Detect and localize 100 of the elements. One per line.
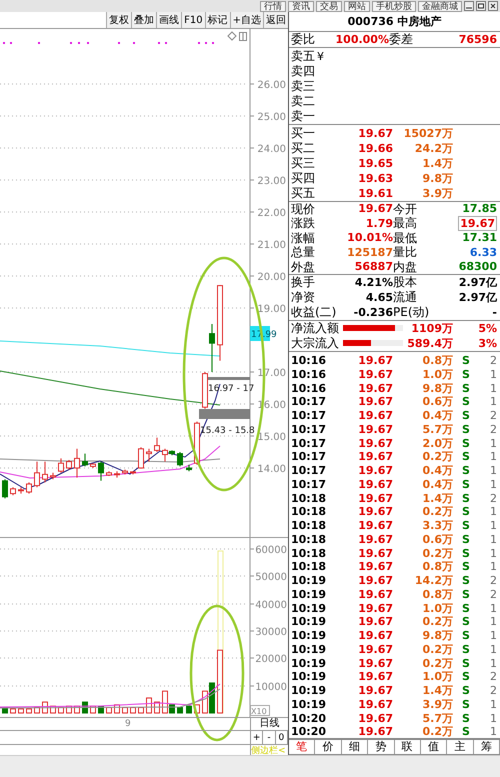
candlestick	[114, 470, 120, 478]
range-bar	[199, 409, 250, 419]
field-label: 委差	[389, 32, 414, 46]
trade-side: S	[461, 464, 471, 478]
candlestick	[154, 437, 160, 452]
trade-count: 1	[489, 395, 497, 408]
trade-price: 19.67	[357, 422, 393, 436]
menu-button[interactable]: 网站	[344, 0, 370, 12]
trade-side: S	[461, 588, 471, 601]
candlestick	[177, 452, 183, 467]
trade-count: 2	[489, 588, 497, 601]
close-icon[interactable]	[488, 1, 498, 11]
volume-bar	[2, 707, 8, 714]
trade-price: 19.67	[357, 602, 393, 615]
toolbar-button[interactable]: 标记	[204, 12, 230, 28]
field-label: 股本	[393, 275, 418, 290]
menu-button[interactable]: 手机炒股	[372, 0, 416, 12]
trade-time: 10:16	[291, 382, 328, 395]
field-label: 量比	[393, 245, 418, 260]
trade-time: 10:17	[291, 436, 328, 450]
trade-count: 2	[489, 574, 497, 588]
trade-price: 19.67	[357, 368, 393, 381]
candlestick	[34, 461, 40, 488]
trade-count: 2	[489, 670, 497, 684]
trade-time: 10:16	[291, 368, 328, 381]
bid-label: 买三	[291, 156, 316, 170]
trade-side: S	[461, 684, 471, 698]
trade-count: 1	[489, 382, 497, 395]
toolbar-button[interactable]: 复权	[106, 12, 132, 28]
volume-bar	[50, 706, 56, 714]
trade-side: S	[461, 670, 471, 684]
trade-time: 10:19	[291, 656, 328, 670]
field-label: 收益(二)	[291, 305, 335, 320]
candlestick	[122, 469, 128, 475]
trade-volume: 9.8万	[422, 628, 453, 644]
field-label: 今开	[393, 202, 418, 216]
trade-volume: 2.0万	[422, 436, 453, 451]
toolbar-button[interactable]: 叠加	[131, 12, 156, 28]
axis-label: 60000	[255, 545, 287, 556]
axis-label: 19.00	[257, 304, 286, 315]
bid-price: 19.63	[357, 172, 393, 185]
axis-label: 14.00	[257, 464, 286, 475]
field-value: 589.4万	[406, 336, 453, 351]
trade-count: 2	[489, 684, 497, 698]
trade-time: 10:18	[291, 560, 328, 574]
axis-label: 22.00	[257, 208, 286, 219]
candlestick	[58, 458, 64, 474]
restore-icon[interactable]	[476, 1, 486, 11]
volume-bar	[74, 706, 80, 714]
menu-button[interactable]: 行情	[260, 0, 286, 12]
trade-price: 19.67	[357, 574, 393, 588]
trade-price: 19.67	[357, 629, 393, 642]
field-label: 最低	[393, 230, 418, 245]
toolbar-button[interactable]: F10	[181, 12, 205, 28]
trade-side: S	[461, 560, 471, 574]
trade-side: S	[461, 725, 471, 738]
field-value: 10.01%	[347, 231, 393, 244]
trade-side: S	[461, 629, 471, 642]
trade-count: 1	[489, 546, 497, 560]
trade-volume: 0.2万	[422, 614, 453, 630]
trade-side: S	[461, 642, 471, 656]
toolbar-button[interactable]: +自选	[230, 12, 263, 28]
field-value: -	[492, 306, 497, 319]
panel-icon[interactable]	[239, 32, 247, 41]
trade-time: 10:19	[291, 574, 328, 588]
trade-side: S	[461, 505, 471, 518]
axis-label: 20.00	[257, 272, 286, 283]
menu-button[interactable]: 交易	[316, 0, 342, 12]
field-value: 19.67	[458, 216, 497, 231]
zoom-button[interactable]: +	[251, 731, 264, 744]
trade-time: 10:19	[291, 629, 328, 642]
trade-side: S	[461, 409, 471, 422]
trade-count: 1	[489, 725, 497, 738]
minimize-icon[interactable]	[464, 1, 474, 11]
menu-button[interactable]: 金融商城	[418, 0, 462, 12]
trade-side: S	[461, 492, 471, 505]
trade-count: 1	[489, 615, 497, 628]
bid-price: 19.66	[357, 142, 393, 155]
toolbar-button[interactable]: 画线	[156, 12, 182, 28]
trade-volume: 5.7万	[422, 710, 453, 726]
field-label: 内盘	[393, 260, 418, 274]
candlestick	[26, 482, 32, 494]
bid-label: 买四	[291, 171, 316, 186]
trade-price: 19.67	[357, 436, 393, 450]
trade-side: S	[461, 382, 471, 395]
trade-count: 1	[489, 560, 497, 574]
trade-volume: 1.0万	[422, 600, 453, 616]
trade-side: S	[461, 422, 471, 436]
trade-price: 19.67	[357, 560, 393, 574]
bid-volume: 24.2万	[414, 140, 453, 156]
candlestick	[194, 421, 200, 466]
candlestick	[98, 461, 104, 482]
menu-button[interactable]: 资讯	[288, 0, 314, 12]
scale-label: X10	[250, 705, 270, 716]
toolbar-button[interactable]: 返回	[263, 12, 288, 28]
bid-label: 买一	[291, 126, 316, 140]
volume-bar	[138, 707, 144, 714]
diamond-icon[interactable]	[227, 31, 237, 41]
trade-volume: 5.7万	[422, 422, 453, 437]
trade-volume: 0.6万	[422, 394, 453, 410]
